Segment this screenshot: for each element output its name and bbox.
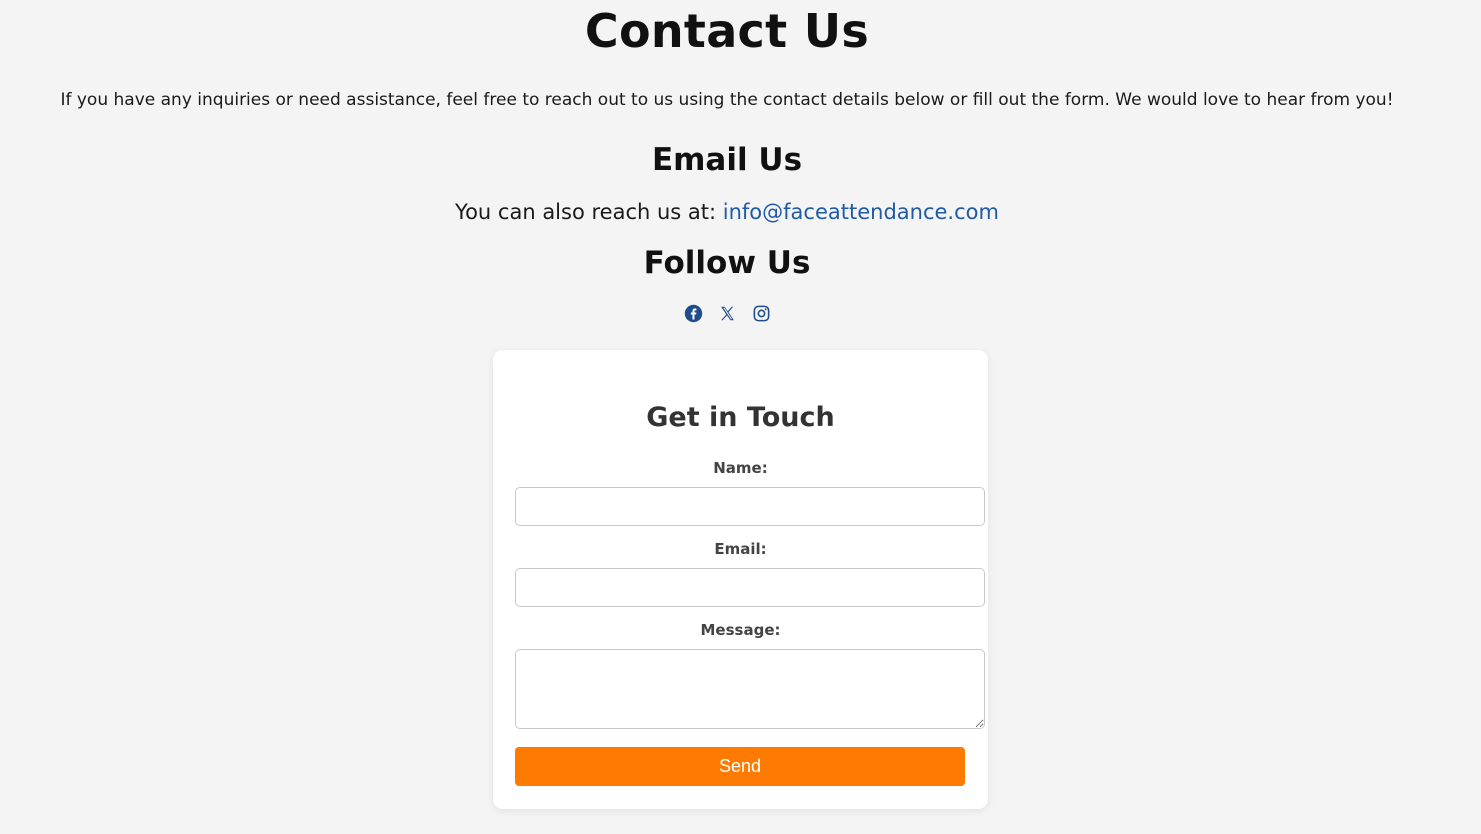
message-textarea[interactable]	[515, 649, 985, 729]
contact-form-card: Get in Touch Name: Email: Message: Send	[493, 350, 988, 809]
email-heading: Email Us	[651, 142, 803, 178]
name-input[interactable]	[515, 487, 985, 526]
email-label: Email:	[714, 540, 767, 558]
instagram-link[interactable]	[751, 303, 771, 323]
email-input[interactable]	[515, 568, 985, 607]
send-button[interactable]: Send	[515, 747, 965, 786]
x-twitter-link[interactable]	[717, 303, 737, 323]
x-twitter-icon	[720, 306, 734, 320]
message-label: Message:	[700, 621, 781, 639]
facebook-link[interactable]	[683, 303, 703, 323]
instagram-icon	[753, 305, 769, 321]
social-links	[0, 303, 1454, 323]
page-title: Contact Us	[584, 4, 870, 58]
facebook-icon	[684, 304, 702, 322]
email-prefix: You can also reach us at:	[455, 200, 723, 224]
intro-text: If you have any inquiries or need assist…	[60, 90, 1394, 110]
email-link[interactable]: info@faceattendance.com	[723, 200, 999, 224]
follow-heading: Follow Us	[643, 245, 811, 281]
name-label: Name:	[713, 459, 768, 477]
form-title: Get in Touch	[646, 402, 835, 433]
email-line: You can also reach us at: info@faceatten…	[0, 200, 1454, 224]
